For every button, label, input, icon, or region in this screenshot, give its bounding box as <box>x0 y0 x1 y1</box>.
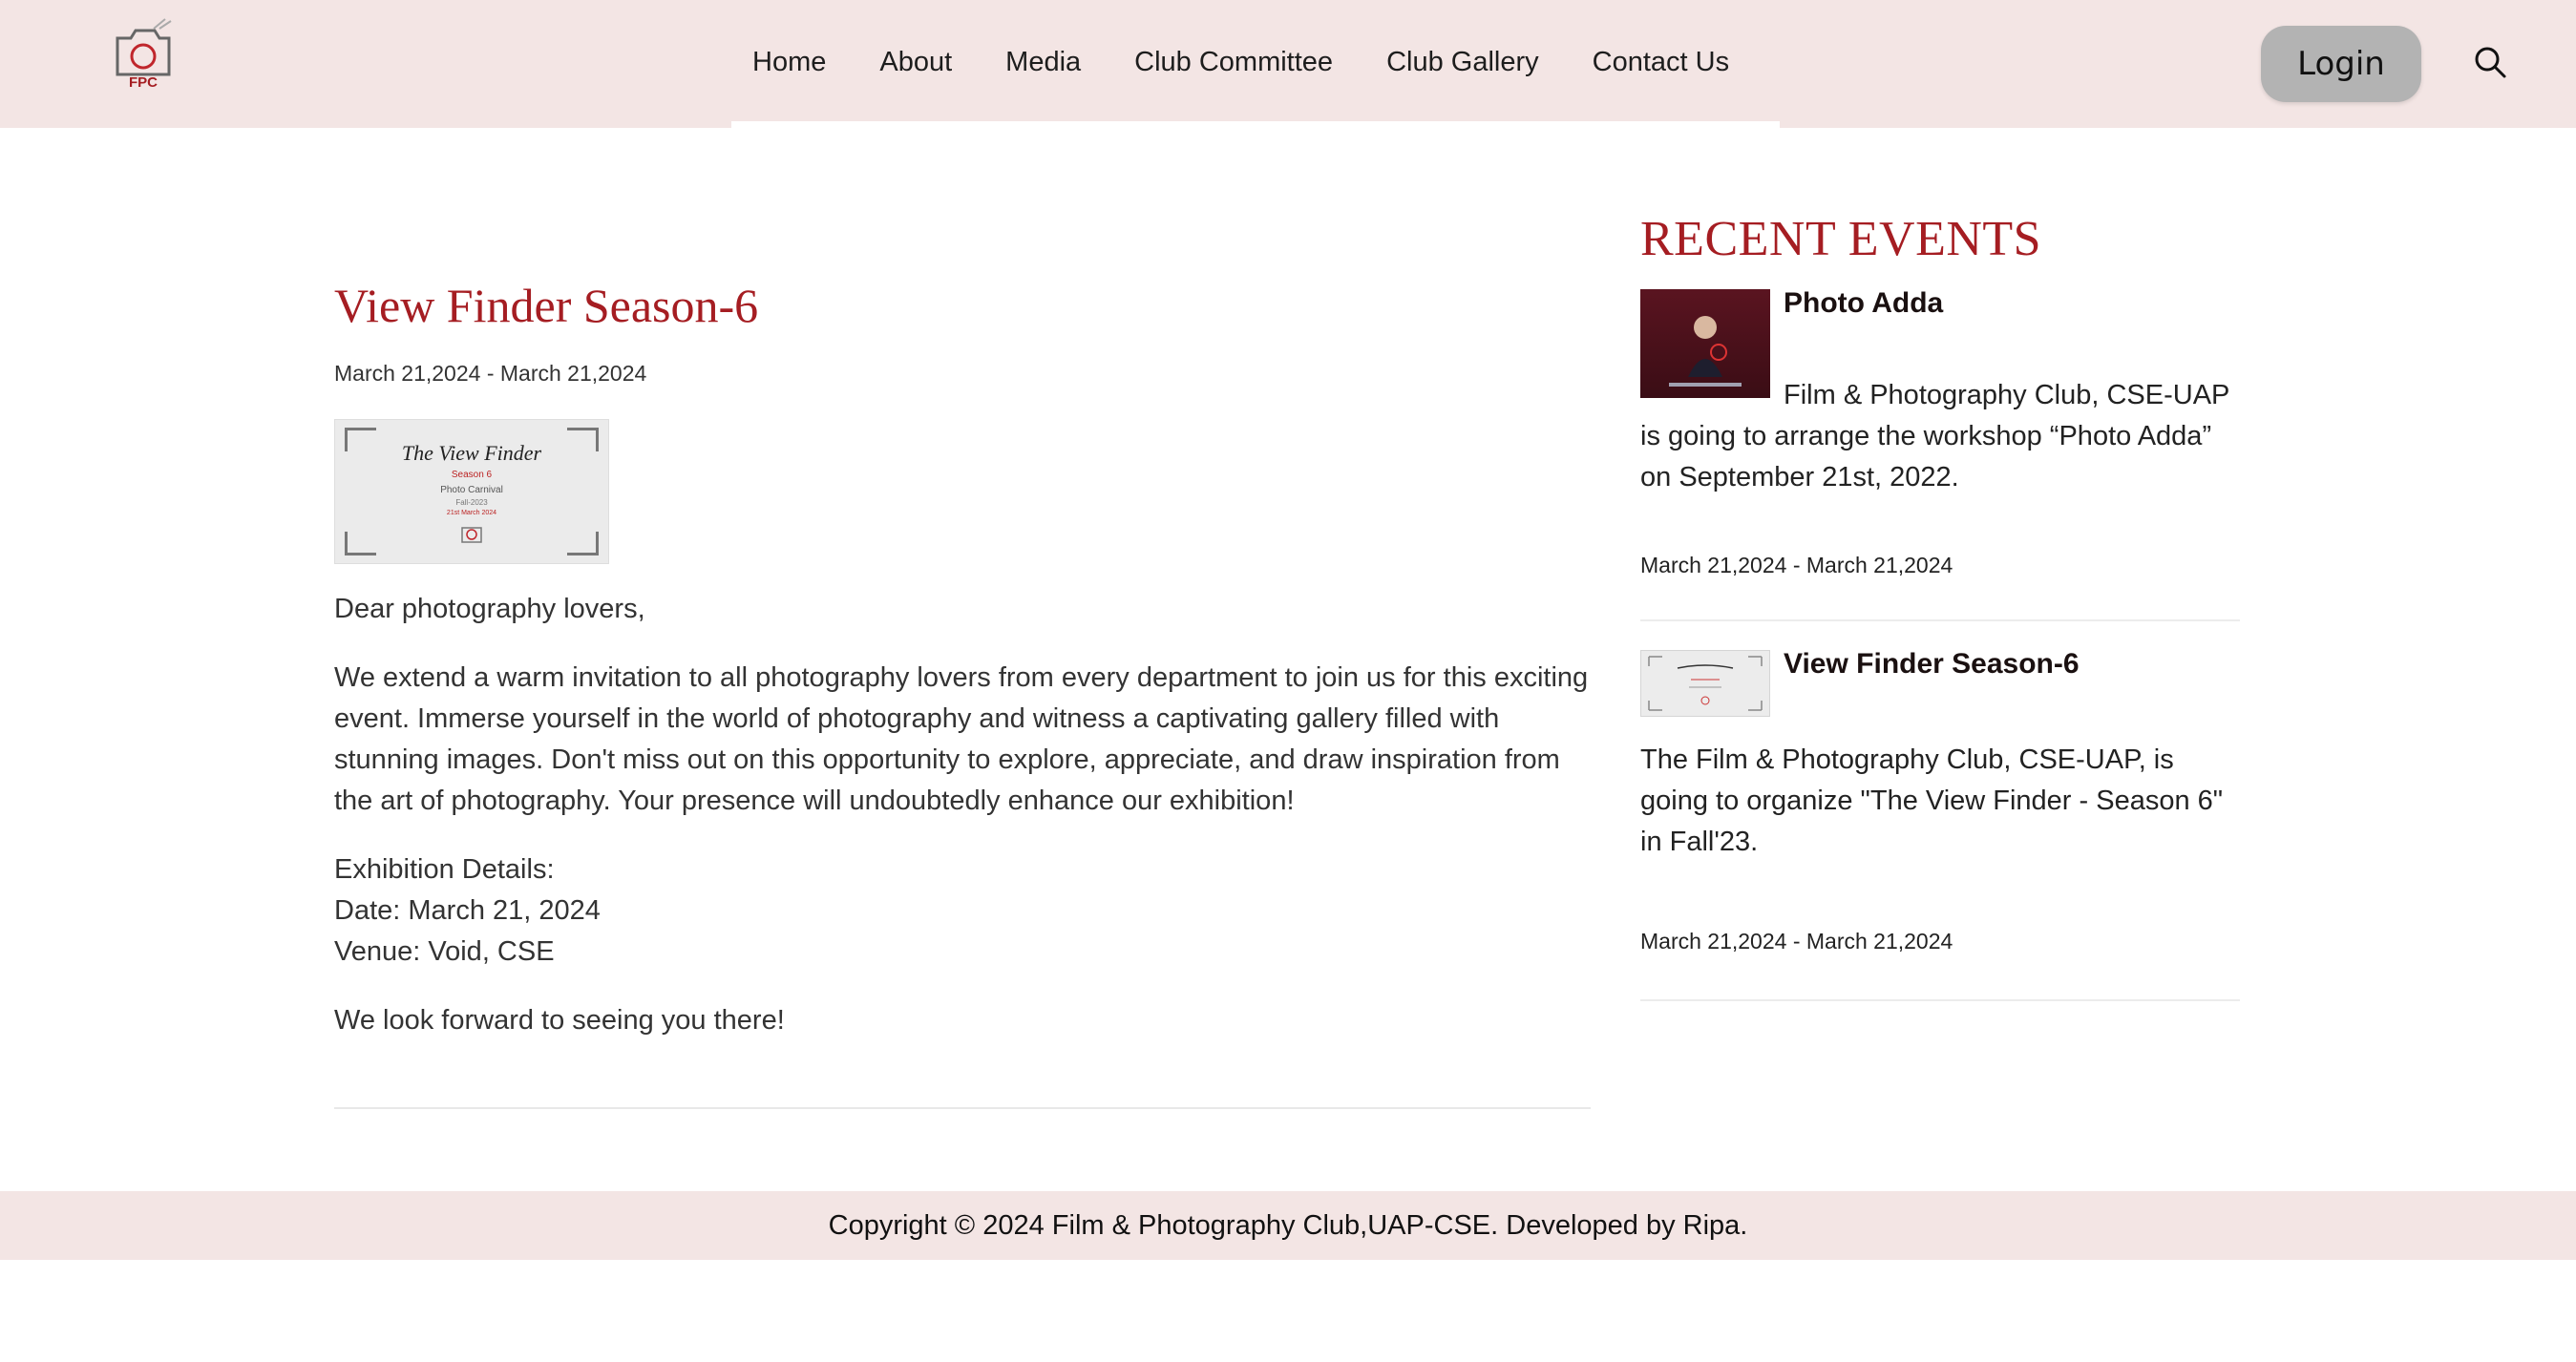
nav-media[interactable]: Media <box>1005 47 1081 78</box>
view-finder-poster-icon <box>1648 656 1763 711</box>
poster-date: 21st March 2024 <box>446 510 497 516</box>
recent-events-sidebar: RECENT EVENTS Photo Adda Film & Photogra… <box>1640 205 2240 1001</box>
poster-subtitle: Photo Carnival <box>440 485 503 495</box>
recent-event-thumbnail[interactable] <box>1640 650 1770 717</box>
recent-event-title[interactable]: View Finder Season-6 <box>1784 648 2080 681</box>
recent-event-item[interactable]: Photo Adda Film & Photography Club, CSE-… <box>1640 287 2240 621</box>
footer: Copyright © 2024 Film & Photography Club… <box>0 1191 2576 1260</box>
recent-event-date: March 21,2024 - March 21,2024 <box>1640 929 1953 953</box>
camera-logo-icon <box>461 527 482 543</box>
event-body: Dear photography lovers, We extend a war… <box>334 589 1591 1041</box>
event-article: View Finder Season-6 March 21,2024 - Mar… <box>334 277 1591 1041</box>
poster-season: Season 6 <box>451 470 493 480</box>
poster-title: The View Finder <box>401 441 542 465</box>
details-heading: Exhibition Details: <box>334 854 555 885</box>
nav-contact-us[interactable]: Contact Us <box>1593 47 1729 78</box>
poster-term: Fall-2023 <box>455 498 488 507</box>
nav-club-gallery[interactable]: Club Gallery <box>1386 47 1539 78</box>
nav-about[interactable]: About <box>879 47 952 78</box>
greeting-text: Dear photography lovers, <box>334 594 645 624</box>
fpc-logo[interactable]: FPC <box>110 17 177 94</box>
frame-corner <box>567 532 599 555</box>
copyright-text: Copyright © 2024 Film & Photography Club… <box>828 1209 1748 1241</box>
event-poster-image[interactable]: The View Finder Season 6 Photo Carnival … <box>334 419 609 564</box>
event-title: View Finder Season-6 <box>334 279 759 332</box>
article-divider <box>334 1107 1591 1109</box>
recent-event-date: March 21,2024 - March 21,2024 <box>1640 553 1953 577</box>
logo-text: FPC <box>129 74 158 91</box>
recent-event-item[interactable]: View Finder Season-6 The Film & Photogra… <box>1640 648 2240 1001</box>
event-date: March 21,2024 - March 21,2024 <box>334 361 647 386</box>
closing-text: We look forward to seeing you there! <box>334 1005 785 1036</box>
nav-home[interactable]: Home <box>752 47 826 78</box>
recent-event-description: Film & Photography Club, CSE-UAP is goin… <box>1640 380 2229 492</box>
navbar: FPC Home About Media Club Committee Club… <box>0 0 2576 128</box>
login-button[interactable]: Login <box>2261 26 2421 102</box>
invitation-text: We extend a warm invitation to all photo… <box>334 662 1589 816</box>
main-nav: Home About Media Club Committee Club Gal… <box>726 0 1756 124</box>
recent-event-description: The Film & Photography Club, CSE-UAP, is… <box>1640 744 2224 857</box>
recent-events-heading: RECENT EVENTS <box>1640 212 2042 266</box>
details-venue: Venue: Void, CSE <box>334 936 555 967</box>
search-icon[interactable] <box>2473 45 2507 79</box>
recent-event-title[interactable]: Photo Adda <box>1784 287 1943 320</box>
frame-corner <box>345 532 376 555</box>
nav-club-committee[interactable]: Club Committee <box>1134 47 1333 78</box>
details-date: Date: March 21, 2024 <box>334 895 601 926</box>
